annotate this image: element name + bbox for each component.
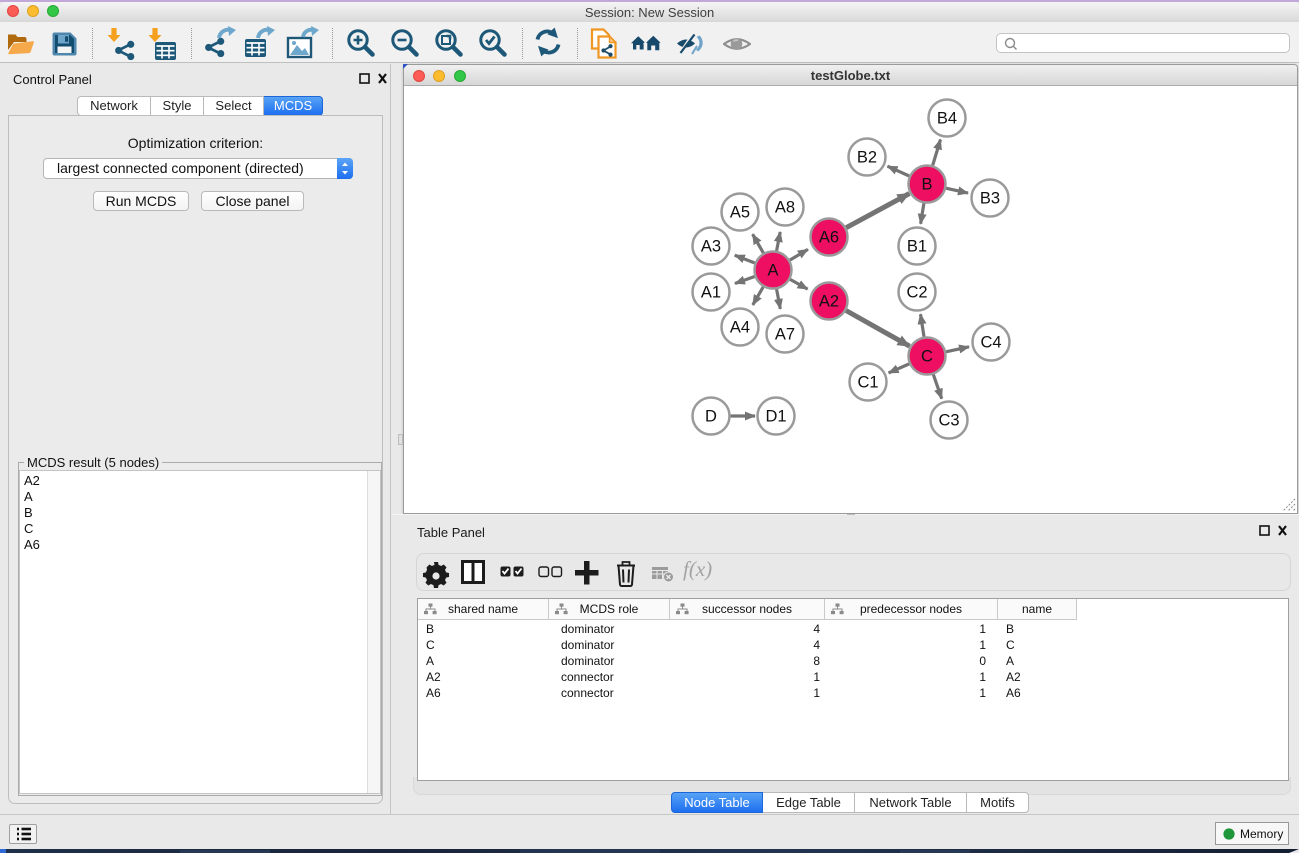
- svg-text:A8: A8: [775, 199, 795, 217]
- svg-text:C2: C2: [906, 284, 927, 302]
- svg-text:D1: D1: [765, 408, 786, 426]
- svg-text:A1: A1: [701, 284, 721, 302]
- svg-text:C: C: [921, 348, 933, 366]
- svg-text:C4: C4: [980, 334, 1001, 352]
- svg-text:B2: B2: [857, 149, 877, 167]
- svg-text:B4: B4: [937, 110, 957, 128]
- svg-text:C3: C3: [938, 412, 959, 430]
- svg-text:A6: A6: [819, 229, 839, 247]
- svg-text:B: B: [921, 176, 932, 194]
- svg-text:A4: A4: [730, 319, 750, 337]
- svg-text:C1: C1: [857, 374, 878, 392]
- svg-text:B3: B3: [980, 190, 1000, 208]
- svg-text:A7: A7: [775, 326, 795, 344]
- svg-text:D: D: [705, 408, 717, 426]
- svg-text:A3: A3: [701, 238, 721, 256]
- svg-text:B1: B1: [907, 238, 927, 256]
- svg-text:A5: A5: [730, 204, 750, 222]
- svg-text:A2: A2: [819, 293, 839, 311]
- svg-text:A: A: [767, 262, 778, 280]
